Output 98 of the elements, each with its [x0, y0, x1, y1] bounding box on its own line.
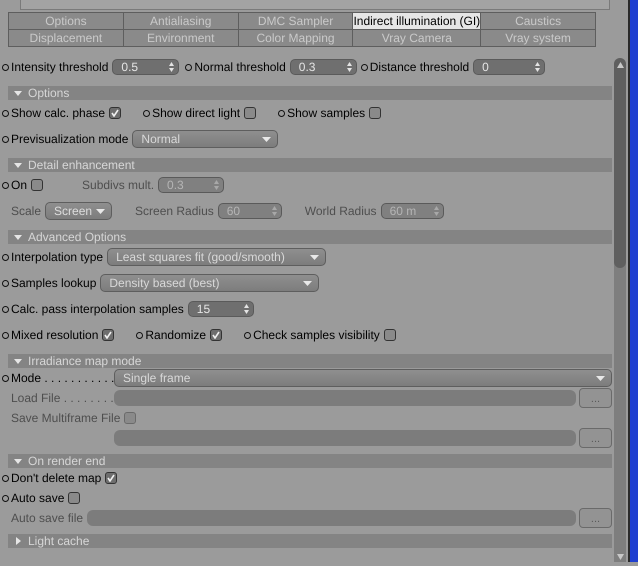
keyframe-dot[interactable] [278, 110, 286, 116]
keyframe-dot[interactable] [2, 306, 9, 312]
keyframe-dot[interactable] [2, 182, 9, 188]
keyframe-dot[interactable] [2, 64, 9, 70]
file-path-field[interactable] [87, 510, 576, 526]
collapse-triangle-icon[interactable] [14, 537, 22, 545]
expand-triangle-icon[interactable] [14, 457, 22, 465]
tab[interactable]: Displacement [9, 30, 123, 46]
checkbox[interactable] [369, 107, 382, 119]
field-label: Show samples [287, 106, 366, 120]
section-title: On render end [28, 454, 106, 468]
section-title: Light cache [28, 534, 90, 548]
scroll-thumb[interactable] [614, 58, 626, 268]
section-header[interactable]: Irradiance map mode [8, 354, 612, 368]
section-title: Irradiance map mode [28, 354, 142, 368]
scroll-up-arrow-icon[interactable] [616, 62, 624, 68]
keyframe-dot[interactable] [185, 64, 192, 70]
dropdown[interactable]: Least squares fit (good/smooth) [107, 248, 326, 266]
field-label: Don't delete map [11, 471, 102, 485]
field-label: Subdivs mult. [82, 178, 154, 192]
checkbox[interactable] [102, 329, 114, 341]
checkbox[interactable] [109, 107, 122, 119]
checkbox[interactable] [210, 329, 222, 341]
tab[interactable]: Environment [124, 30, 238, 46]
field-label: Auto save file [11, 511, 84, 525]
section-header[interactable]: Options [8, 86, 612, 100]
field-label: Auto save [11, 491, 64, 505]
section-header[interactable]: On render end [8, 454, 612, 468]
tab[interactable]: Vray Camera [353, 30, 480, 46]
tab[interactable]: Options [9, 13, 123, 29]
field-label: Randomize [145, 328, 206, 342]
dropdown[interactable]: Single frame [114, 369, 612, 387]
keyframe-dot[interactable] [2, 332, 9, 338]
number-field[interactable]: 0 [473, 59, 546, 75]
tab[interactable]: DMC Sampler [238, 13, 352, 29]
expand-triangle-icon[interactable] [14, 161, 22, 169]
number-field[interactable]: 15 [188, 301, 254, 317]
keyframe-dot[interactable] [2, 280, 9, 286]
spinner-arrows-icon[interactable] [169, 62, 174, 72]
field-label: Normal threshold [194, 60, 286, 74]
keyframe-dot[interactable] [2, 474, 9, 482]
tab[interactable]: Indirect illumination (GI) [353, 13, 480, 29]
keyframe-dot[interactable] [2, 110, 9, 116]
section-title: Options [28, 86, 70, 100]
checkbox[interactable] [244, 107, 256, 119]
field-label: Mixed resolution [11, 328, 98, 342]
section-header[interactable]: Detail enhancement [8, 158, 612, 172]
keyframe-dot[interactable] [143, 110, 150, 116]
dropdown[interactable]: Density based (best) [100, 274, 320, 292]
field-label: Interpolation type [11, 250, 104, 264]
field-label: On [11, 178, 28, 192]
keyframe-dot[interactable] [360, 64, 368, 70]
section-title: Advanced Options [28, 230, 126, 244]
field-label: Distance threshold [370, 60, 470, 74]
keyframe-dot[interactable] [2, 136, 9, 142]
checkbox[interactable] [68, 492, 80, 504]
keyframe-dot[interactable] [2, 494, 9, 502]
spinner-arrows-icon[interactable] [346, 62, 352, 72]
field-label: Scale [11, 204, 42, 218]
section-header[interactable]: Light cache [8, 534, 612, 548]
keyframe-dot[interactable] [244, 332, 252, 338]
field-label: World Radius [304, 204, 377, 218]
spinner-arrows-icon[interactable] [244, 304, 249, 314]
field-label: Show calc. phase [11, 106, 106, 120]
caret-icon[interactable] [596, 376, 605, 380]
field-label: Samples lookup [11, 276, 96, 290]
caret-icon[interactable] [303, 280, 312, 286]
field-label: Intensity threshold [11, 60, 108, 74]
section-title: Detail enhancement [28, 158, 135, 172]
expand-triangle-icon[interactable] [14, 89, 22, 97]
spinner-arrows-icon[interactable] [535, 62, 540, 72]
dropdown[interactable]: Normal [132, 130, 278, 148]
tab[interactable]: Antialiasing [124, 13, 238, 29]
caret-icon[interactable] [310, 254, 320, 260]
expand-triangle-icon[interactable] [14, 357, 22, 365]
keyframe-dot[interactable] [136, 332, 144, 338]
caret-icon[interactable] [262, 136, 272, 142]
field-label: Check samples visibility [253, 328, 380, 342]
field-label: Screen Radius [135, 204, 214, 218]
field-label: Show direct light [152, 106, 240, 120]
checkbox[interactable] [105, 472, 118, 484]
scrollbar[interactable] [614, 58, 626, 562]
tab[interactable]: Vray system [481, 30, 595, 46]
section-header[interactable]: Advanced Options [8, 230, 612, 244]
caret-icon[interactable] [96, 208, 106, 214]
tab[interactable]: Color Mapping [238, 30, 352, 46]
file-path-field[interactable] [114, 390, 576, 406]
number-field[interactable]: 0.5 [112, 59, 180, 75]
tab[interactable]: Caustics [481, 13, 595, 29]
field-label: Calc. pass interpolation samples [11, 302, 184, 316]
field-label: Save Multiframe File [11, 411, 120, 425]
keyframe-dot[interactable] [2, 254, 9, 260]
expand-triangle-icon[interactable] [14, 233, 22, 241]
number-field[interactable]: 0.3 [290, 59, 357, 75]
field-label: Previsualization mode [11, 132, 128, 146]
checkbox[interactable] [384, 329, 396, 341]
checkbox[interactable] [31, 179, 44, 191]
keyframe-dot[interactable] [2, 374, 9, 382]
